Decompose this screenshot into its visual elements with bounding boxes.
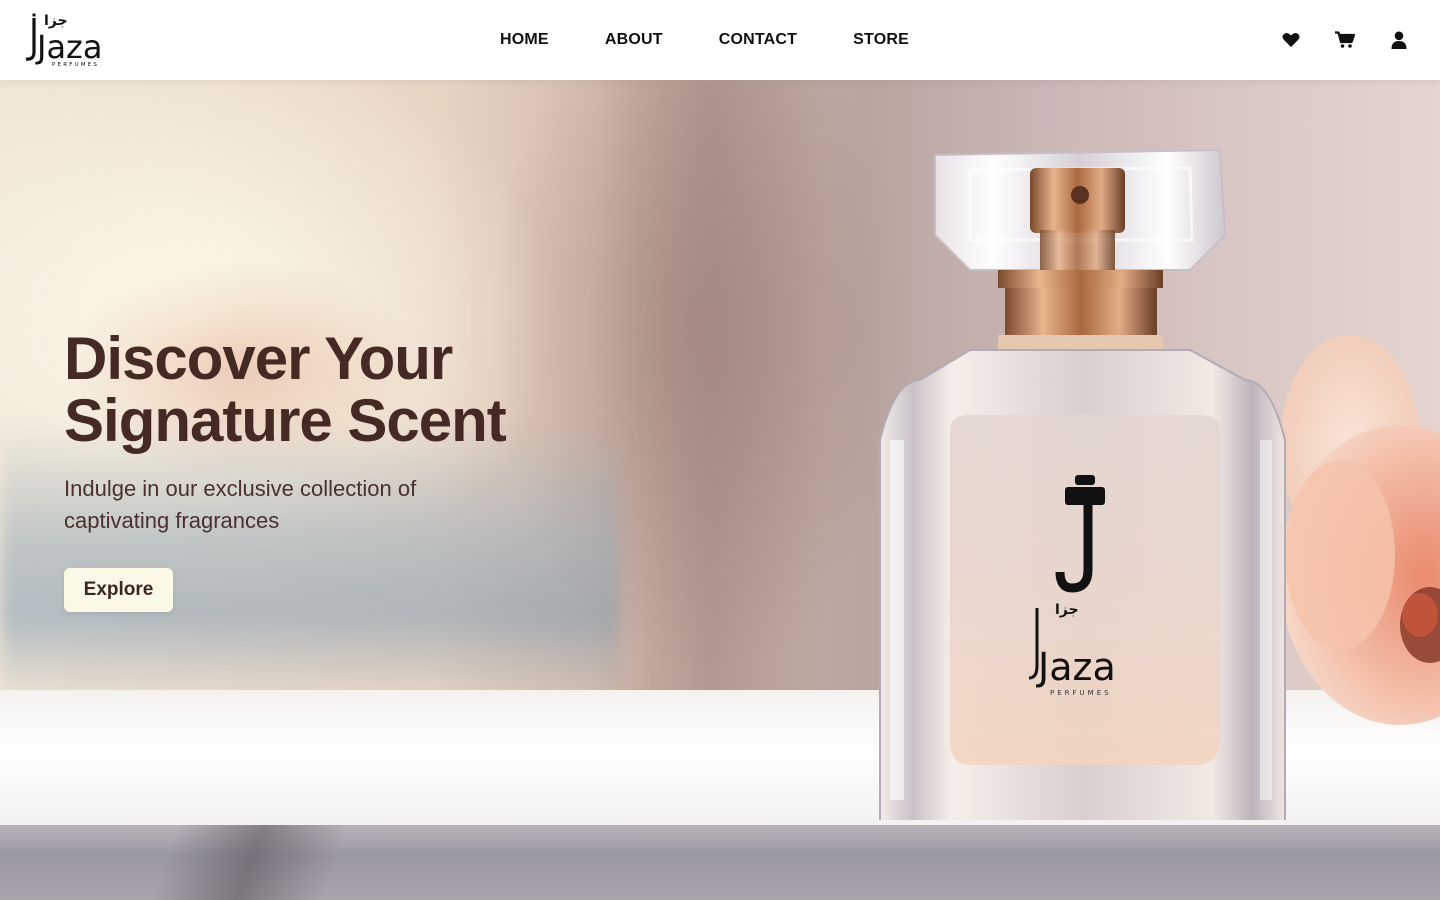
account-button[interactable]	[1388, 29, 1410, 51]
header-icons	[1280, 0, 1410, 80]
site-header: جزا Jaza PERFUMES HOME ABOUT CONTACT STO…	[0, 0, 1440, 80]
brand-logo-mark: جزا Jaza PERFUMES	[25, 13, 102, 68]
hero-subtitle: Indulge in our exclusive collection of c…	[64, 473, 484, 537]
cart-icon	[1335, 31, 1355, 48]
user-icon	[1391, 31, 1407, 49]
hero-subtitle-line2: captivating fragrances	[64, 508, 280, 533]
logo-subtext: PERFUMES	[52, 62, 99, 68]
bottle-logo-wordmark: Jaza	[1036, 645, 1116, 689]
hero-title: Discover Your Signature Scent	[64, 328, 584, 452]
marble-veining	[120, 825, 380, 900]
hero-section: جزا Jaza PERFUMES Discover Your Signatur…	[0, 80, 1440, 900]
wishlist-button[interactable]	[1280, 29, 1302, 51]
perfume-bottle-image: جزا Jaza PERFUMES	[879, 148, 1286, 820]
brand-logo[interactable]: جزا Jaza PERFUMES	[22, 10, 114, 68]
bottle-logo-subtext: PERFUMES	[1050, 689, 1112, 697]
svg-text:جزا: جزا	[44, 13, 68, 29]
cart-button[interactable]	[1334, 29, 1356, 51]
svg-text:جزا: جزا	[1055, 602, 1079, 618]
logo-wordmark: Jaza	[35, 28, 102, 66]
nav-about[interactable]: ABOUT	[605, 31, 663, 49]
heart-icon	[1282, 33, 1300, 47]
hero-title-line1: Discover Your	[64, 325, 453, 392]
background-curtain	[600, 80, 820, 720]
explore-button[interactable]: Explore	[64, 568, 173, 612]
main-nav: HOME ABOUT CONTACT STORE	[500, 0, 909, 80]
nav-home[interactable]: HOME	[500, 31, 549, 49]
background-window	[0, 420, 620, 700]
nav-store[interactable]: STORE	[853, 31, 909, 49]
hero-title-line2: Signature Scent	[64, 387, 507, 454]
nav-contact[interactable]: CONTACT	[719, 31, 797, 49]
hero-subtitle-line1: Indulge in our exclusive collection of	[64, 476, 417, 501]
